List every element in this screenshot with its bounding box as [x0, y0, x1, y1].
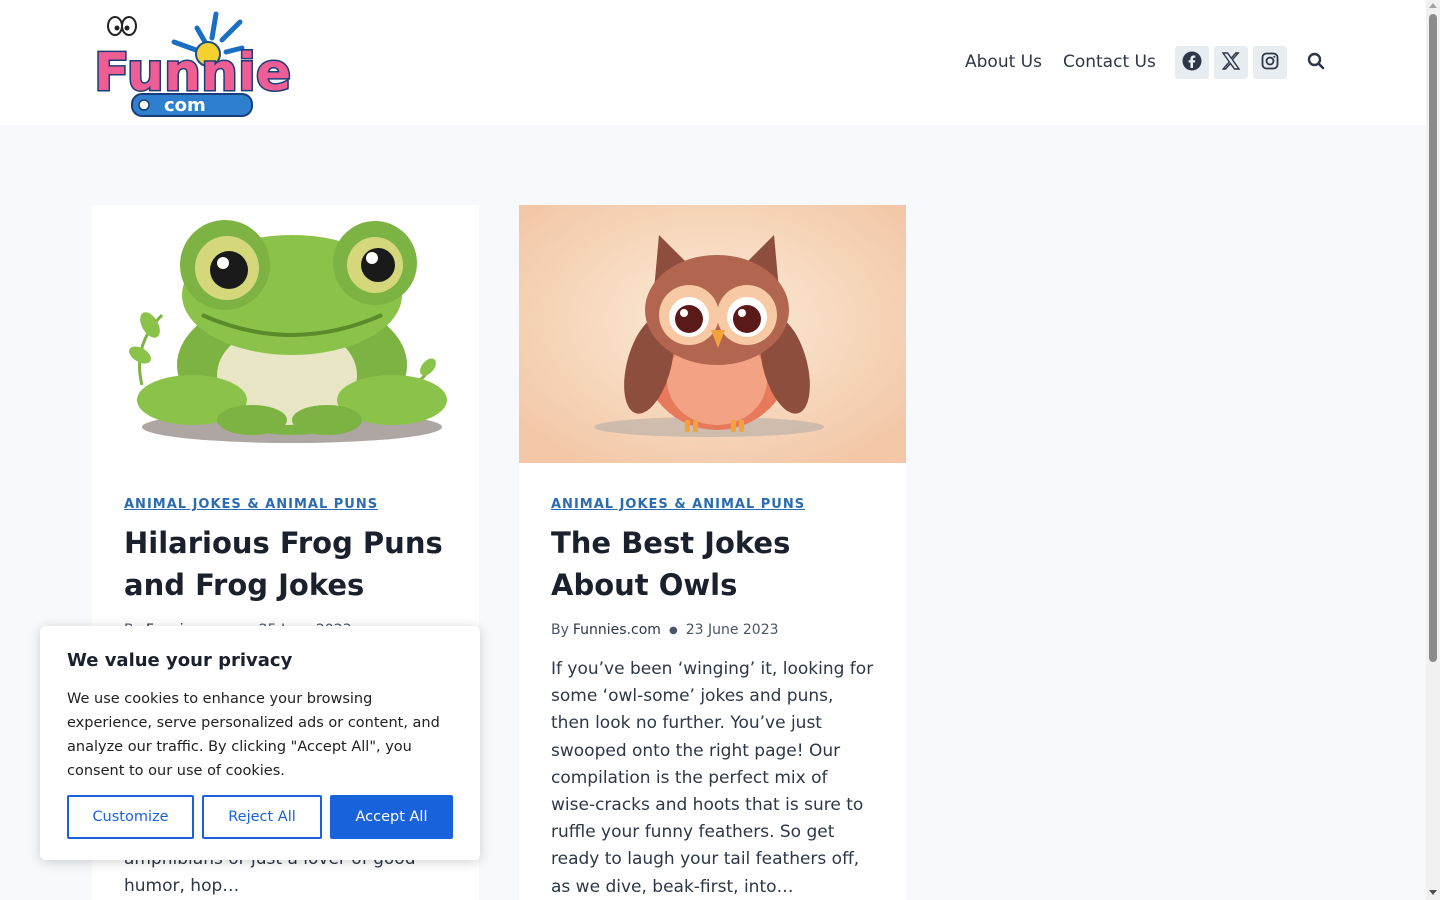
cookie-buttons: Customize Reject All Accept All [67, 795, 453, 839]
main-nav: About Us Contact Us [965, 50, 1177, 74]
meta-separator: ● [668, 624, 678, 636]
instagram-icon [1261, 52, 1279, 74]
social-links [1175, 46, 1292, 79]
svg-text:com: com [164, 95, 206, 116]
nav-contact-us[interactable]: Contact Us [1063, 50, 1156, 74]
scroll-up-arrow[interactable] [1429, 3, 1437, 8]
scroll-down-arrow[interactable] [1429, 890, 1437, 895]
facebook-icon [1182, 51, 1202, 75]
cookie-text: We use cookies to enhance your browsing … [67, 691, 440, 779]
post-date: 23 June 2023 [685, 622, 779, 638]
scroll-thumb[interactable] [1429, 14, 1437, 662]
search-button[interactable] [1303, 50, 1329, 76]
accept-all-button[interactable]: Accept All [330, 795, 453, 839]
post-author[interactable]: Funnies.com [573, 622, 661, 638]
search-icon [1307, 52, 1325, 74]
cookie-title: We value your privacy [67, 650, 293, 671]
nav-about-us[interactable]: About Us [965, 50, 1042, 74]
customize-button[interactable]: Customize [67, 795, 194, 839]
post-body: ANIMAL JOKES & ANIMAL PUNS Hilarious Fro… [92, 463, 479, 638]
owl-image[interactable] [519, 205, 906, 463]
instagram-button[interactable] [1253, 46, 1287, 79]
post-category[interactable]: ANIMAL JOKES & ANIMAL PUNS [124, 497, 447, 512]
post-title[interactable]: Hilarious Frog Puns and Frog Jokes [124, 522, 447, 606]
cookie-consent-banner: We value your privacy We use cookies to … [40, 626, 480, 860]
site-logo[interactable]: Funnies com [92, 8, 324, 118]
post-title[interactable]: The Best Jokes About Owls [551, 522, 874, 606]
facebook-button[interactable] [1175, 46, 1209, 79]
frog-image[interactable] [92, 205, 479, 463]
reject-all-button[interactable]: Reject All [202, 795, 322, 839]
site-header: Funnies com About Us Contact Us [0, 0, 1426, 125]
post-body: ANIMAL JOKES & ANIMAL PUNS The Best Joke… [519, 463, 906, 900]
page-scrollbar[interactable] [1426, 0, 1440, 900]
post-excerpt: If you’ve been ‘winging’ it, looking for… [551, 659, 874, 897]
post-card-owl: ANIMAL JOKES & ANIMAL PUNS The Best Joke… [519, 205, 906, 900]
post-meta: By Funnies.com ● 23 June 2023 [551, 622, 874, 638]
post-category[interactable]: ANIMAL JOKES & ANIMAL PUNS [551, 497, 874, 512]
x-button[interactable] [1214, 46, 1248, 79]
x-icon [1221, 51, 1241, 74]
post-by: By [551, 622, 569, 638]
